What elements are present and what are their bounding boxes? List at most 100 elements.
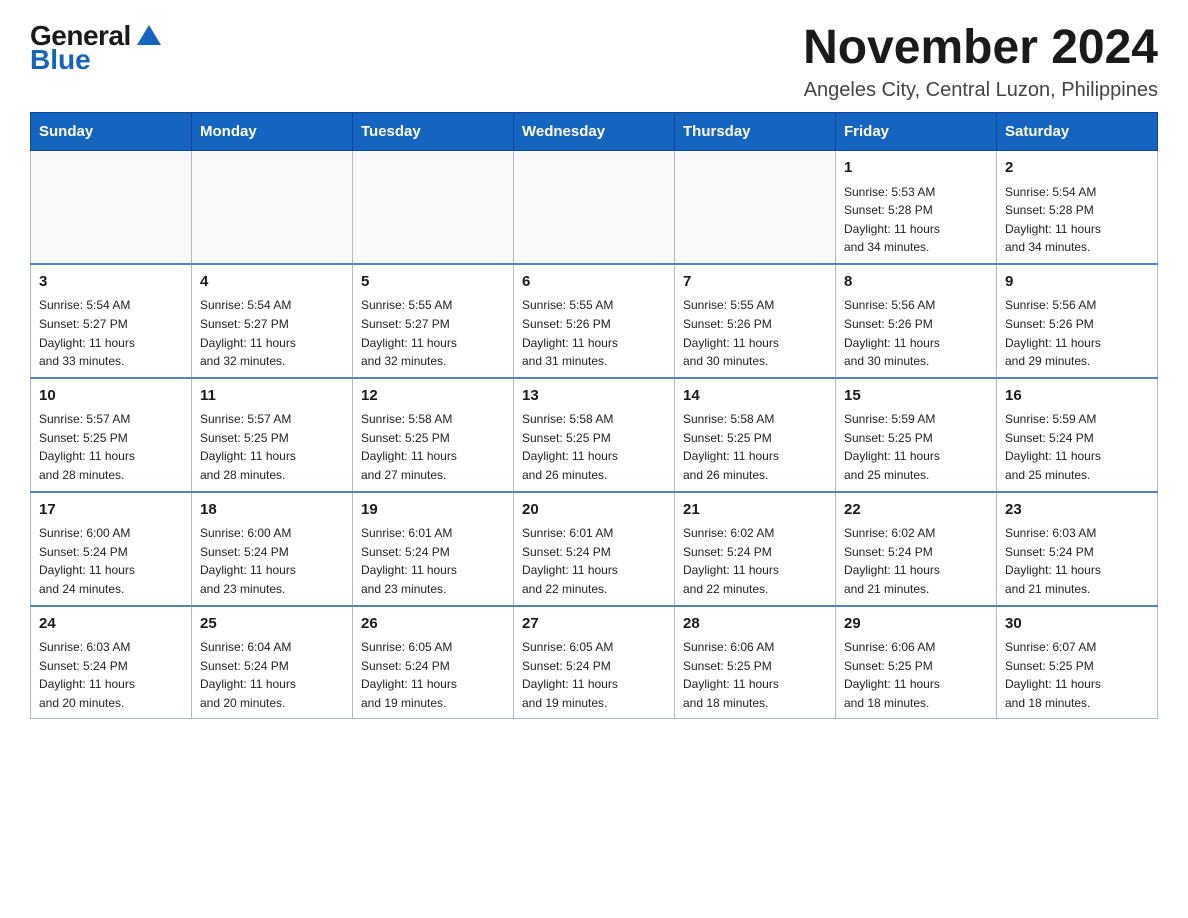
calendar-day-cell xyxy=(514,151,675,264)
day-number: 8 xyxy=(844,271,988,294)
day-info: Sunrise: 5:54 AMSunset: 5:28 PMDaylight:… xyxy=(1005,183,1149,257)
day-number: 23 xyxy=(1005,499,1149,522)
calendar-day-cell: 22Sunrise: 6:02 AMSunset: 5:24 PMDayligh… xyxy=(836,492,997,606)
calendar-day-cell: 8Sunrise: 5:56 AMSunset: 5:26 PMDaylight… xyxy=(836,264,997,378)
day-info: Sunrise: 6:05 AMSunset: 5:24 PMDaylight:… xyxy=(361,638,505,712)
calendar-day-cell: 14Sunrise: 5:58 AMSunset: 5:25 PMDayligh… xyxy=(675,378,836,492)
calendar-week-row: 1Sunrise: 5:53 AMSunset: 5:28 PMDaylight… xyxy=(31,151,1158,264)
day-info: Sunrise: 6:00 AMSunset: 5:24 PMDaylight:… xyxy=(200,524,344,598)
calendar-day-cell: 10Sunrise: 5:57 AMSunset: 5:25 PMDayligh… xyxy=(31,378,192,492)
day-info: Sunrise: 6:04 AMSunset: 5:24 PMDaylight:… xyxy=(200,638,344,712)
calendar-day-cell: 3Sunrise: 5:54 AMSunset: 5:27 PMDaylight… xyxy=(31,264,192,378)
day-number: 12 xyxy=(361,385,505,408)
calendar-header-row: SundayMondayTuesdayWednesdayThursdayFrid… xyxy=(31,113,1158,151)
day-number: 19 xyxy=(361,499,505,522)
calendar-day-cell: 4Sunrise: 5:54 AMSunset: 5:27 PMDaylight… xyxy=(192,264,353,378)
day-info: Sunrise: 5:54 AMSunset: 5:27 PMDaylight:… xyxy=(200,296,344,370)
calendar-day-cell xyxy=(192,151,353,264)
day-info: Sunrise: 5:55 AMSunset: 5:26 PMDaylight:… xyxy=(683,296,827,370)
day-number: 16 xyxy=(1005,385,1149,408)
calendar-day-cell: 1Sunrise: 5:53 AMSunset: 5:28 PMDaylight… xyxy=(836,151,997,264)
day-info: Sunrise: 5:58 AMSunset: 5:25 PMDaylight:… xyxy=(522,410,666,484)
logo-triangle-icon xyxy=(135,23,163,47)
day-number: 30 xyxy=(1005,613,1149,636)
day-number: 24 xyxy=(39,613,183,636)
calendar-day-cell: 15Sunrise: 5:59 AMSunset: 5:25 PMDayligh… xyxy=(836,378,997,492)
day-info: Sunrise: 6:06 AMSunset: 5:25 PMDaylight:… xyxy=(683,638,827,712)
calendar-header-sunday: Sunday xyxy=(31,113,192,151)
calendar-day-cell: 26Sunrise: 6:05 AMSunset: 5:24 PMDayligh… xyxy=(353,606,514,719)
calendar-day-cell: 11Sunrise: 5:57 AMSunset: 5:25 PMDayligh… xyxy=(192,378,353,492)
calendar-day-cell: 21Sunrise: 6:02 AMSunset: 5:24 PMDayligh… xyxy=(675,492,836,606)
day-info: Sunrise: 6:00 AMSunset: 5:24 PMDaylight:… xyxy=(39,524,183,598)
day-number: 14 xyxy=(683,385,827,408)
day-info: Sunrise: 6:06 AMSunset: 5:25 PMDaylight:… xyxy=(844,638,988,712)
day-info: Sunrise: 5:54 AMSunset: 5:27 PMDaylight:… xyxy=(39,296,183,370)
calendar-header-thursday: Thursday xyxy=(675,113,836,151)
day-number: 2 xyxy=(1005,157,1149,180)
day-number: 3 xyxy=(39,271,183,294)
day-number: 11 xyxy=(200,385,344,408)
day-number: 4 xyxy=(200,271,344,294)
day-info: Sunrise: 5:58 AMSunset: 5:25 PMDaylight:… xyxy=(683,410,827,484)
calendar-week-row: 24Sunrise: 6:03 AMSunset: 5:24 PMDayligh… xyxy=(31,606,1158,719)
day-number: 6 xyxy=(522,271,666,294)
day-info: Sunrise: 5:55 AMSunset: 5:27 PMDaylight:… xyxy=(361,296,505,370)
day-info: Sunrise: 5:59 AMSunset: 5:24 PMDaylight:… xyxy=(1005,410,1149,484)
day-number: 28 xyxy=(683,613,827,636)
calendar-day-cell: 5Sunrise: 5:55 AMSunset: 5:27 PMDaylight… xyxy=(353,264,514,378)
calendar-day-cell: 28Sunrise: 6:06 AMSunset: 5:25 PMDayligh… xyxy=(675,606,836,719)
calendar-table: SundayMondayTuesdayWednesdayThursdayFrid… xyxy=(30,112,1158,719)
calendar-day-cell: 7Sunrise: 5:55 AMSunset: 5:26 PMDaylight… xyxy=(675,264,836,378)
calendar-day-cell: 25Sunrise: 6:04 AMSunset: 5:24 PMDayligh… xyxy=(192,606,353,719)
calendar-day-cell: 2 Sunrise: 5:54 AMSunset: 5:28 PMDaylight… xyxy=(997,151,1158,264)
calendar-day-cell: 20Sunrise: 6:01 AMSunset: 5:24 PMDayligh… xyxy=(514,492,675,606)
day-number: 21 xyxy=(683,499,827,522)
day-number: 9 xyxy=(1005,271,1149,294)
calendar-day-cell: 6Sunrise: 5:55 AMSunset: 5:26 PMDaylight… xyxy=(514,264,675,378)
calendar-day-cell: 13Sunrise: 5:58 AMSunset: 5:25 PMDayligh… xyxy=(514,378,675,492)
calendar-day-cell: 24Sunrise: 6:03 AMSunset: 5:24 PMDayligh… xyxy=(31,606,192,719)
day-info: Sunrise: 5:57 AMSunset: 5:25 PMDaylight:… xyxy=(39,410,183,484)
day-info: Sunrise: 5:55 AMSunset: 5:26 PMDaylight:… xyxy=(522,296,666,370)
day-number: 18 xyxy=(200,499,344,522)
logo: General Blue xyxy=(30,20,163,76)
day-info: Sunrise: 6:02 AMSunset: 5:24 PMDaylight:… xyxy=(844,524,988,598)
day-info: Sunrise: 6:01 AMSunset: 5:24 PMDaylight:… xyxy=(522,524,666,598)
day-number: 13 xyxy=(522,385,666,408)
calendar-day-cell xyxy=(675,151,836,264)
page-title: November 2024 xyxy=(803,20,1158,75)
calendar-header-monday: Monday xyxy=(192,113,353,151)
calendar-day-cell: 27Sunrise: 6:05 AMSunset: 5:24 PMDayligh… xyxy=(514,606,675,719)
day-info: Sunrise: 5:53 AMSunset: 5:28 PMDaylight:… xyxy=(844,183,988,257)
day-number: 25 xyxy=(200,613,344,636)
day-info: Sunrise: 5:56 AMSunset: 5:26 PMDaylight:… xyxy=(1005,296,1149,370)
title-area: November 2024 Angeles City, Central Luzo… xyxy=(803,20,1158,102)
day-number: 7 xyxy=(683,271,827,294)
day-number: 5 xyxy=(361,271,505,294)
day-number: 10 xyxy=(39,385,183,408)
day-info: Sunrise: 5:56 AMSunset: 5:26 PMDaylight:… xyxy=(844,296,988,370)
day-info: Sunrise: 6:05 AMSunset: 5:24 PMDaylight:… xyxy=(522,638,666,712)
day-info: Sunrise: 6:03 AMSunset: 5:24 PMDaylight:… xyxy=(1005,524,1149,598)
calendar-day-cell: 29Sunrise: 6:06 AMSunset: 5:25 PMDayligh… xyxy=(836,606,997,719)
calendar-day-cell xyxy=(353,151,514,264)
page-header: General Blue November 2024 Angeles City,… xyxy=(30,20,1158,102)
day-number: 15 xyxy=(844,385,988,408)
calendar-day-cell: 16Sunrise: 5:59 AMSunset: 5:24 PMDayligh… xyxy=(997,378,1158,492)
calendar-day-cell: 18Sunrise: 6:00 AMSunset: 5:24 PMDayligh… xyxy=(192,492,353,606)
day-info: Sunrise: 6:02 AMSunset: 5:24 PMDaylight:… xyxy=(683,524,827,598)
page-subtitle: Angeles City, Central Luzon, Philippines xyxy=(803,79,1158,102)
calendar-day-cell xyxy=(31,151,192,264)
day-info: Sunrise: 5:57 AMSunset: 5:25 PMDaylight:… xyxy=(200,410,344,484)
day-number: 22 xyxy=(844,499,988,522)
calendar-week-row: 10Sunrise: 5:57 AMSunset: 5:25 PMDayligh… xyxy=(31,378,1158,492)
day-number: 20 xyxy=(522,499,666,522)
calendar-header-wednesday: Wednesday xyxy=(514,113,675,151)
day-number: 26 xyxy=(361,613,505,636)
day-info: Sunrise: 5:59 AMSunset: 5:25 PMDaylight:… xyxy=(844,410,988,484)
calendar-header-friday: Friday xyxy=(836,113,997,151)
day-info: Sunrise: 6:01 AMSunset: 5:24 PMDaylight:… xyxy=(361,524,505,598)
calendar-day-cell: 30Sunrise: 6:07 AMSunset: 5:25 PMDayligh… xyxy=(997,606,1158,719)
day-info: Sunrise: 6:03 AMSunset: 5:24 PMDaylight:… xyxy=(39,638,183,712)
